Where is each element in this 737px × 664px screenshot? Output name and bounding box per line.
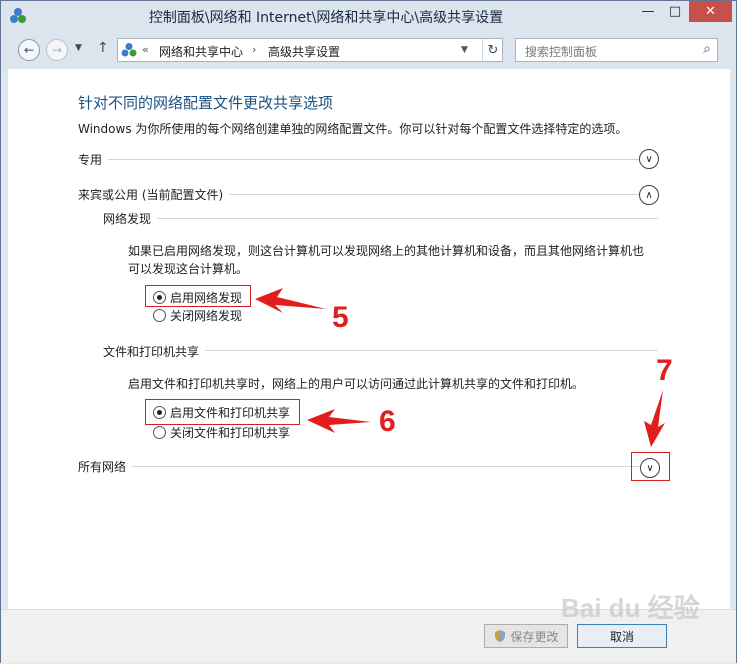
cancel-button[interactable]: 取消 [577, 624, 667, 648]
save-changes-button[interactable]: 保存更改 [484, 624, 568, 648]
save-button-label: 保存更改 [510, 629, 559, 644]
arrow-step5 [255, 288, 326, 313]
annotation-number-5: 5 [332, 301, 349, 334]
annotation-number-6: 6 [379, 405, 396, 438]
window: 控制面板\网络和 Internet\网络和共享中心\高级共享设置 — □ ✕ ←… [0, 0, 737, 663]
annotation-arrows [255, 288, 665, 447]
baidu-watermark: Bai du 经验 [561, 593, 700, 623]
shield-icon [495, 630, 506, 642]
arrow-step6 [307, 409, 371, 433]
arrow-step7 [644, 390, 665, 447]
annotation-number-7: 7 [656, 354, 673, 387]
